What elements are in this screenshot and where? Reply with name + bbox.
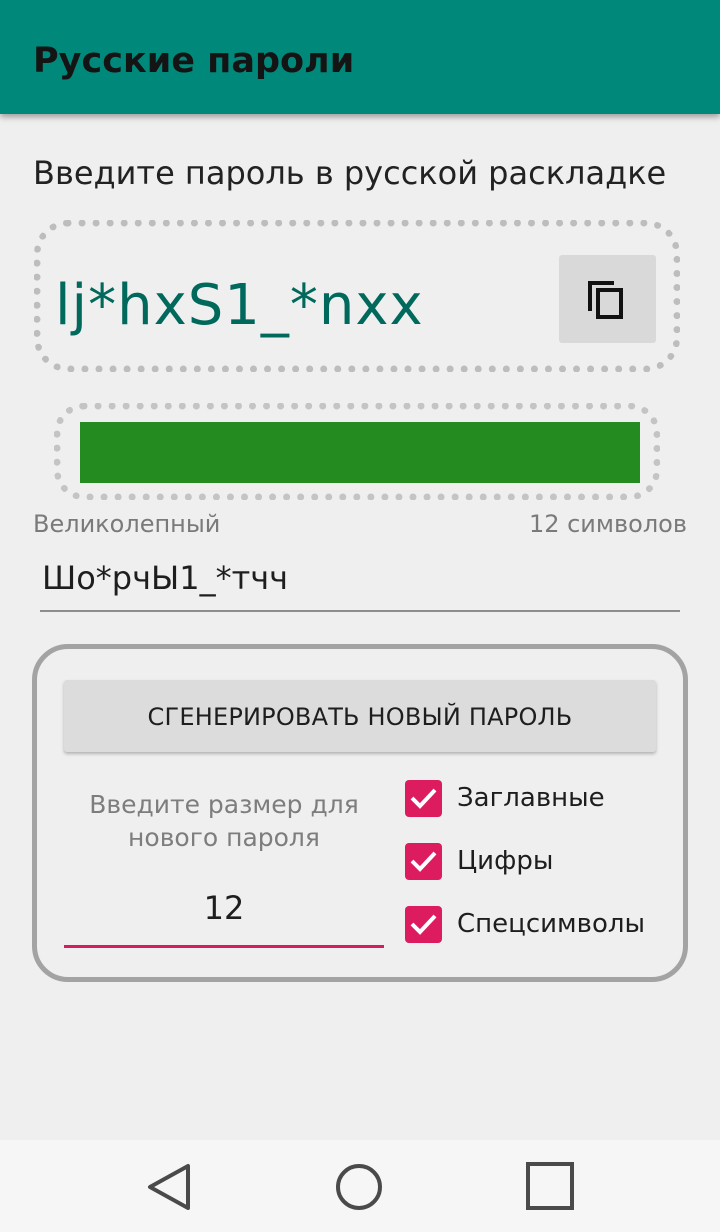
- instruction-text: Введите пароль в русской раскладке: [33, 154, 667, 192]
- translit-value: Шо*рчЫ1_*тчч: [42, 559, 289, 597]
- checkbox-checked-icon: [405, 780, 442, 817]
- system-nav-bar: [0, 1140, 720, 1232]
- checkbox-uppercase-label: Заглавные: [457, 783, 605, 813]
- checkbox-digits-label: Цифры: [457, 846, 554, 876]
- app-bar: Русские пароли: [0, 0, 720, 114]
- app-title: Русские пароли: [33, 41, 355, 81]
- recents-square-icon: [526, 1162, 574, 1210]
- strength-bar-fill: [80, 422, 640, 483]
- home-circle-icon: [336, 1164, 382, 1210]
- back-triangle-icon: [148, 1164, 190, 1210]
- length-label: 12 символов: [528, 510, 687, 538]
- strength-label: Великолепный: [33, 510, 221, 538]
- copy-icon: [588, 281, 623, 319]
- copy-button[interactable]: [559, 255, 656, 343]
- size-input-value: 12: [203, 889, 245, 927]
- checkbox-checked-icon: [405, 843, 442, 880]
- size-input[interactable]: 12: [64, 880, 384, 948]
- back-button[interactable]: [110, 1140, 230, 1232]
- size-hint: Введите размер для нового пароля: [89, 790, 359, 852]
- home-button[interactable]: [299, 1140, 419, 1232]
- recents-button[interactable]: [490, 1140, 610, 1232]
- checkbox-checked-icon: [405, 906, 442, 943]
- translit-field[interactable]: Шо*рчЫ1_*тчч: [40, 550, 680, 612]
- checkbox-special-label: Спецсимволы: [457, 909, 646, 939]
- strength-bar: [80, 422, 640, 483]
- generate-password-button[interactable]: СГЕНЕРИРОВАТЬ НОВЫЙ ПАРОЛЬ: [64, 680, 656, 752]
- password-display[interactable]: lj*hxS1_*nxx: [55, 268, 424, 344]
